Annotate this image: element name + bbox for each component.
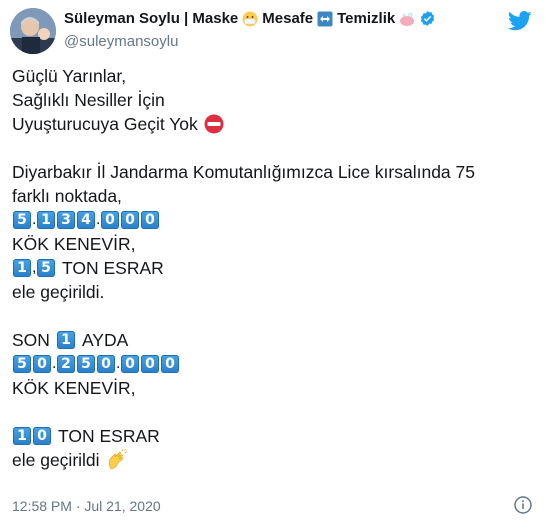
- keycap-digit: 3: [57, 211, 75, 229]
- info-icon[interactable]: [514, 496, 532, 514]
- keycap-digit: 4: [77, 211, 95, 229]
- tweet-line: Güçlü Yarınlar,: [12, 64, 534, 88]
- tweet-line: Sağlıklı Nesiller İçin: [12, 88, 534, 112]
- tweet-line: KÖK KENEVİR,: [12, 232, 534, 256]
- tweet-line-text: Güçlü Yarınlar,: [12, 66, 127, 86]
- tweet-line-text: SON: [12, 330, 50, 350]
- keycap-digit: 0: [141, 211, 159, 229]
- tweet-line-text: TON ESRAR: [62, 258, 164, 278]
- tweet-line-text: AYDA: [81, 330, 129, 350]
- keycap-digit: 0: [141, 355, 159, 373]
- keycap-digit: 0: [101, 211, 119, 229]
- keycap-number-line: 1 0 TON ESRAR: [12, 424, 534, 448]
- author-name-mid[interactable]: Mesafe: [262, 10, 313, 27]
- keycap-digit: 5: [13, 211, 31, 229]
- tweet-line-text: farklı noktada,: [12, 186, 122, 206]
- no-entry-icon: [204, 114, 224, 134]
- keycap-digit: 1: [13, 427, 31, 445]
- keycap-digit: 0: [121, 355, 139, 373]
- keycap-digit: 0: [161, 355, 179, 373]
- left-right-arrow-icon: [317, 11, 333, 27]
- tweet-line-text: Diyarbakır İl Jandarma Komutanlığımızca …: [12, 162, 475, 182]
- tweet-line-text: KÖK KENEVİR,: [12, 234, 136, 254]
- tweet-line-text: KÖK KENEVİR,: [12, 378, 136, 398]
- soap-icon: [399, 11, 415, 27]
- tweet-card: Süleyman Soylu | Maske Mesafe Temizlik @…: [0, 0, 546, 528]
- keycap-digit: 5: [77, 355, 95, 373]
- keycap-digit: 5: [37, 259, 55, 277]
- keycap-digit: 0: [121, 211, 139, 229]
- tweet-line: Uyuşturucuya Geçit Yok: [12, 112, 534, 136]
- author-name-end[interactable]: Temizlik: [337, 10, 395, 27]
- avatar[interactable]: [10, 8, 56, 54]
- keycap-number-line: SON 1 AYDA: [12, 328, 534, 352]
- keycap-digit: 0: [33, 427, 51, 445]
- keycap-number-line: 5 0. 2 5 0. 0 0 0: [12, 352, 534, 376]
- keycap-digit: 0: [33, 355, 51, 373]
- tweet-line-text: TON ESRAR: [58, 426, 160, 446]
- tweet-line: KÖK KENEVİR,: [12, 376, 534, 400]
- tweet-timestamp[interactable]: 12:58 PM · Jul 21, 2020: [12, 498, 161, 514]
- keycap-digit: 0: [97, 355, 115, 373]
- author-name-row[interactable]: Süleyman Soylu | Maske Mesafe Temizlik: [64, 10, 436, 27]
- tweet-line-text: Sağlıklı Nesiller İçin: [12, 90, 165, 110]
- clapping-hands-icon: [106, 449, 128, 471]
- author-handle[interactable]: @suleymansoylu: [64, 33, 178, 50]
- tweet-line: Diyarbakır İl Jandarma Komutanlığımızca …: [12, 160, 534, 184]
- face-with-mask-icon: [242, 11, 258, 27]
- keycap-number-line: 1, 5 TON ESRAR: [12, 256, 534, 280]
- tweet-line-text: ele geçirildi: [12, 450, 100, 470]
- keycap-number-line: 5. 1 3 4. 0 0 0: [12, 208, 534, 232]
- verified-badge-icon: [419, 10, 436, 27]
- keycap-digit: 1: [56, 331, 75, 349]
- twitter-bird-icon[interactable]: [507, 11, 532, 31]
- author-name[interactable]: Süleyman Soylu | Maske: [64, 10, 238, 27]
- keycap-digit: 2: [57, 355, 75, 373]
- tweet-line-text: Uyuşturucuya Geçit Yok: [12, 114, 198, 134]
- tweet-line: ele geçirildi.: [12, 280, 534, 304]
- tweet-text: Güçlü Yarınlar, Sağlıklı Nesiller İçin U…: [12, 64, 534, 472]
- keycap-digit: 1: [37, 211, 55, 229]
- keycap-digit: 1: [13, 259, 31, 277]
- keycap-digit: 5: [13, 355, 31, 373]
- tweet-line: farklı noktada,: [12, 184, 534, 208]
- tweet-line: ele geçirildi: [12, 448, 534, 472]
- tweet-line-text: ele geçirildi.: [12, 282, 105, 302]
